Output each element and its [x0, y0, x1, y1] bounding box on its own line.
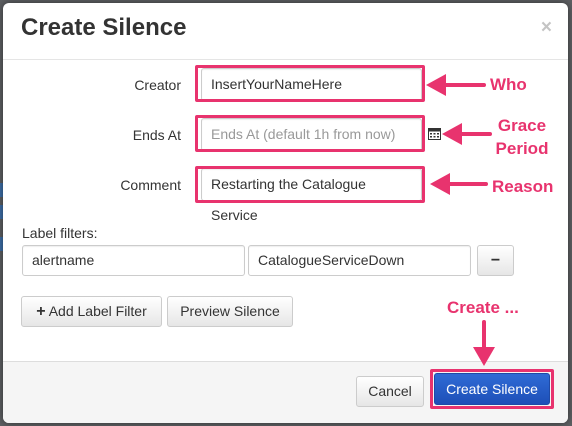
annotation-reason: Reason — [492, 177, 554, 196]
annotation-who: Who — [490, 75, 527, 94]
annotation-create: Create ... — [447, 298, 519, 317]
annotation-period: Period — [495, 139, 549, 158]
annotation-grace: Grace — [497, 116, 547, 135]
annotation-arrows — [426, 74, 495, 366]
